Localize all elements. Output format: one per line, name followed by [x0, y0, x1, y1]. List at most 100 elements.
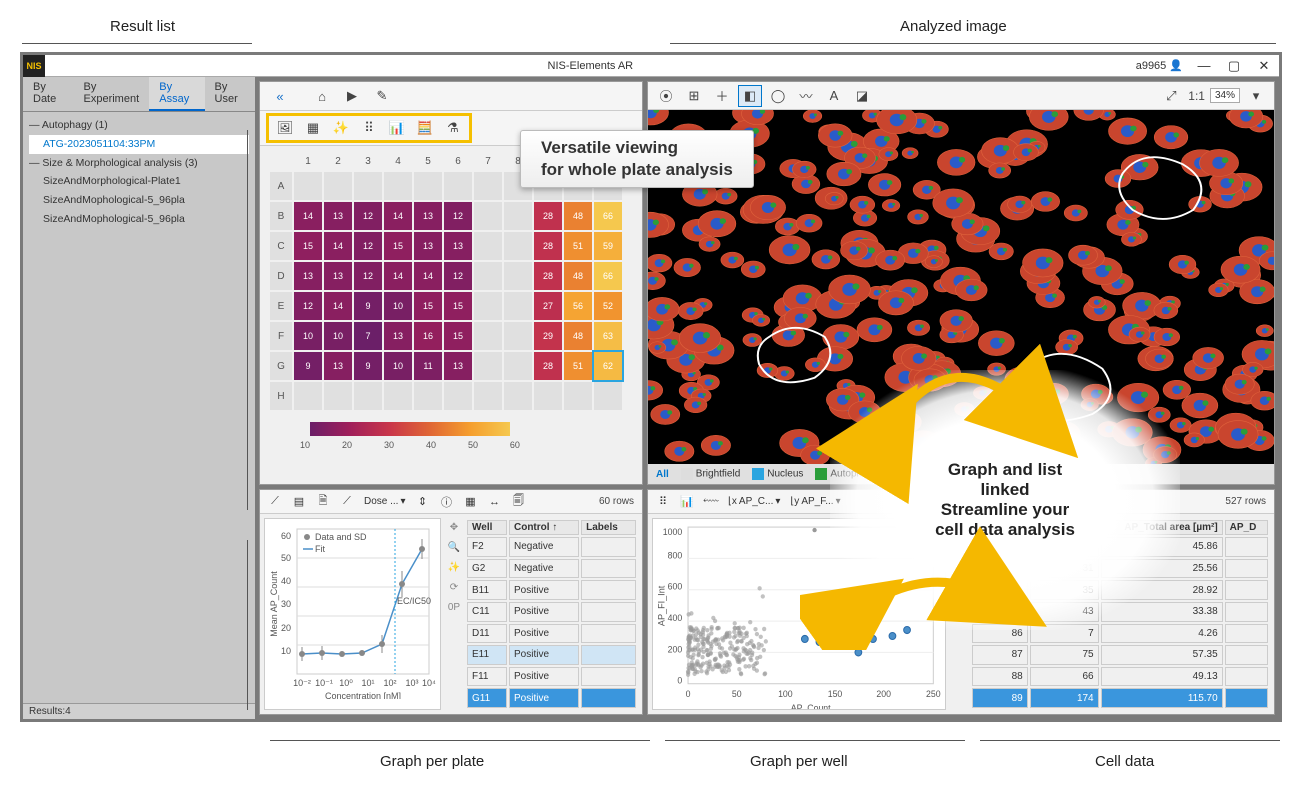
- move-icon[interactable]: ✥: [445, 518, 463, 536]
- zero-icon[interactable]: 0P: [445, 598, 463, 616]
- x-axis-select[interactable]: ⌊x AP_C... ▾: [724, 496, 784, 507]
- fit-icon[interactable]: ⟋: [336, 492, 358, 512]
- curve-icon[interactable]: ⟋: [264, 492, 286, 512]
- zero-icon[interactable]: 0P: [950, 558, 968, 576]
- line: [22, 43, 252, 44]
- tree-item[interactable]: SizeAndMophological-5_96pla: [29, 191, 249, 210]
- move-icon[interactable]: ✥: [950, 518, 968, 536]
- svg-text:600: 600: [668, 582, 683, 592]
- edit-button[interactable]: ✎: [368, 84, 396, 108]
- svg-text:Data and SD: Data and SD: [315, 532, 367, 542]
- view-wand-icon[interactable]: ✨: [327, 116, 355, 140]
- tree-item[interactable]: SizeAndMorphological-Plate1: [29, 172, 249, 191]
- svg-text:10⁴: 10⁴: [422, 678, 436, 688]
- list-icon[interactable]: ▤: [288, 492, 310, 512]
- dose-table[interactable]: Well Control ↑ Labels F2NegativeG2Negati…: [465, 518, 638, 710]
- tree-group-size[interactable]: — Size & Morphological analysis (3): [29, 154, 249, 173]
- label-cell-data: Cell data: [1095, 753, 1154, 770]
- circle-icon[interactable]: ◯: [766, 85, 790, 107]
- zoom-fit-button[interactable]: ⤢: [1159, 85, 1183, 107]
- svg-text:10⁻²: 10⁻²: [293, 678, 311, 688]
- roi-icon[interactable]: ⦿: [654, 85, 678, 107]
- zoom-11-button[interactable]: 1:1: [1187, 85, 1206, 107]
- svg-text:50: 50: [732, 689, 742, 699]
- callout-viewing: Versatile viewing for whole plate analys…: [520, 130, 754, 188]
- dose-toolbar: ⟋ ▤ 🗎 ⟋ Dose ... ▾ ⇕ ⓘ ▦ ↔ 🗐 60 rows: [260, 490, 642, 514]
- channel-nucleus[interactable]: Nucleus: [752, 468, 803, 480]
- channel-all[interactable]: All: [656, 469, 669, 480]
- info-icon[interactable]: ⓘ: [436, 492, 458, 512]
- view-grid-icon[interactable]: ▦: [299, 116, 327, 140]
- tree-group-autophagy[interactable]: — Autophagy (1): [29, 116, 249, 135]
- view-image-icon[interactable]: 🖼: [271, 116, 299, 140]
- svg-text:200: 200: [876, 689, 891, 699]
- tab-by-experiment[interactable]: By Experiment: [74, 77, 150, 111]
- tab-by-user[interactable]: By User: [205, 77, 255, 111]
- refresh-icon[interactable]: ⟳: [445, 578, 463, 596]
- hist-icon[interactable]: ⬳: [700, 492, 722, 512]
- scatter-icon[interactable]: ⠿: [652, 492, 674, 512]
- graph-per-plate-panel: ⟋ ▤ 🗎 ⟋ Dose ... ▾ ⇕ ⓘ ▦ ↔ 🗐 60 rows: [259, 489, 643, 715]
- main-area: « ⌂ ▶ ✎ 🖼 ▦ ✨ ⠿ 📊 🧮: [255, 77, 1279, 719]
- well-scatter-chart[interactable]: 0 200 400 600 800 1000 0 50 100 150: [652, 518, 946, 710]
- plate-toolbar-1: « ⌂ ▶ ✎: [260, 82, 642, 111]
- dose-response-chart[interactable]: EC/IC50 Data and SD Fit 10 20 30 40 50 6…: [264, 518, 441, 710]
- svg-text:400: 400: [668, 613, 683, 623]
- well-rowcount: 527 rows: [1225, 496, 1270, 507]
- export-icon[interactable]: 🗎: [312, 492, 334, 512]
- color-legend: [310, 422, 510, 436]
- copy-icon[interactable]: 🗐: [508, 492, 530, 512]
- overlay-icon[interactable]: ◧: [738, 85, 762, 107]
- table-icon[interactable]: ▦: [460, 492, 482, 512]
- bar-icon[interactable]: 📊: [676, 492, 698, 512]
- user-icon: 👤: [1169, 59, 1183, 72]
- zoom-icon[interactable]: 🔍: [445, 538, 463, 556]
- svg-text:100: 100: [778, 689, 793, 699]
- sparkle-icon[interactable]: ✨: [445, 558, 463, 576]
- collapse-button[interactable]: «: [266, 84, 294, 108]
- app-logo: NIS: [23, 55, 45, 77]
- sparkle-icon[interactable]: ✨: [950, 578, 968, 596]
- svg-text:200: 200: [668, 644, 683, 654]
- svg-text:40: 40: [281, 576, 291, 586]
- svg-text:20: 20: [281, 623, 291, 633]
- user-badge[interactable]: a9965 👤: [1136, 59, 1183, 72]
- close-button[interactable]: ✕: [1249, 56, 1279, 76]
- plate-heatmap[interactable]: 1234567891011AB141312141312284866C151412…: [270, 152, 632, 410]
- legend-ticks: 1020 3040 5060: [300, 440, 520, 450]
- channel-autophagosome[interactable]: Autophagosome: [815, 468, 903, 480]
- view-bar-icon[interactable]: 📊: [383, 116, 411, 140]
- svg-text:10²: 10²: [383, 678, 396, 688]
- maximize-button[interactable]: ▢: [1219, 56, 1249, 76]
- zoom-dropdown-icon[interactable]: ▾: [1244, 85, 1268, 107]
- well-side-tools: ✥ ⬚ 0P ✨: [950, 514, 970, 714]
- select-icon[interactable]: ⬚: [950, 538, 968, 556]
- range-icon[interactable]: ⇕: [412, 492, 434, 512]
- wave-icon[interactable]: 〰: [794, 85, 818, 107]
- svg-text:10⁻¹: 10⁻¹: [315, 678, 333, 688]
- svg-text:250: 250: [926, 689, 941, 699]
- tab-by-date[interactable]: By Date: [23, 77, 74, 111]
- tree-item[interactable]: SizeAndMophological-5_96pla: [29, 210, 249, 229]
- view-dots-icon[interactable]: ⠿: [355, 116, 383, 140]
- swap-icon[interactable]: ↔: [484, 492, 506, 512]
- channel-brightfield[interactable]: Brightfield: [681, 468, 740, 480]
- view-assay-icon[interactable]: ⚗: [439, 116, 467, 140]
- grid-icon[interactable]: ⊞: [682, 85, 706, 107]
- dose-select[interactable]: Dose ... ▾: [360, 496, 410, 507]
- home-button[interactable]: ⌂: [308, 84, 336, 108]
- mask-icon[interactable]: ◪: [850, 85, 874, 107]
- tree-item-atg[interactable]: ATG-2023051104:33PM: [29, 135, 249, 154]
- view-box-icon[interactable]: 🧮: [411, 116, 439, 140]
- tab-by-assay[interactable]: By Assay: [149, 77, 204, 111]
- label-analyzed-image: Analyzed image: [900, 18, 1007, 35]
- y-axis-select[interactable]: ⌊y AP_F... ▾: [786, 496, 844, 507]
- crosshair-icon[interactable]: ＋: [710, 85, 734, 107]
- zoom-select[interactable]: 34%: [1210, 88, 1240, 103]
- cell-data-table[interactable]: Obj ID ↓ AP_Count AP_Total area [µm²] AP…: [970, 518, 1270, 710]
- text-icon[interactable]: A: [822, 85, 846, 107]
- minimize-button[interactable]: —: [1189, 56, 1219, 76]
- line: [270, 740, 650, 741]
- assay-tree: — Autophagy (1) ATG-2023051104:33PM — Si…: [23, 112, 255, 233]
- play-button[interactable]: ▶: [338, 84, 366, 108]
